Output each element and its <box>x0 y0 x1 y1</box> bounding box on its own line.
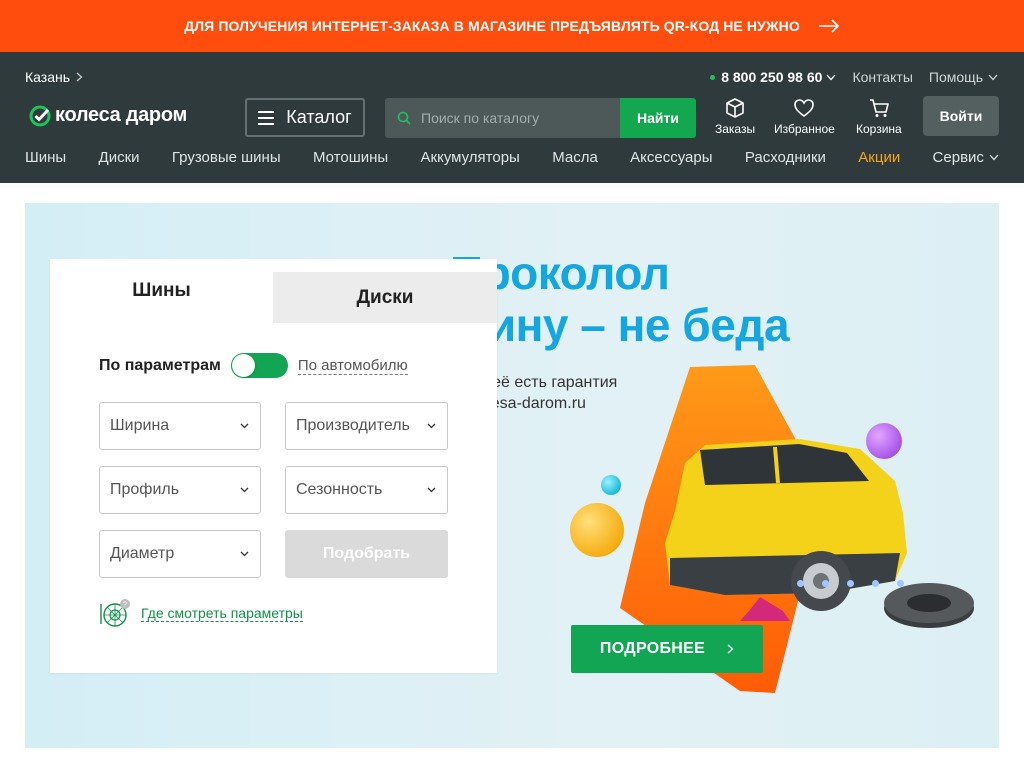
nav-item-service[interactable]: Сервис <box>933 149 999 166</box>
nav-item-tires[interactable]: Шины <box>25 149 66 166</box>
main-nav: Шины Диски Грузовые шины Мотошины Аккуму… <box>25 149 999 166</box>
profile-select-value: Профиль <box>110 481 180 498</box>
mode-by-car-link[interactable]: По автомобилю <box>297 357 408 375</box>
help-label: Помощь <box>928 69 983 85</box>
svg-text:?: ? <box>123 602 127 609</box>
filter-tabs: Шины Диски <box>50 259 497 323</box>
orders-label: Заказы <box>715 122 756 136</box>
menu-icon <box>258 110 275 125</box>
orders-link[interactable]: Заказы <box>715 97 755 136</box>
filter-mode: По параметрам По автомобилю <box>99 353 408 378</box>
search-icon <box>397 111 411 125</box>
chevron-right-icon <box>76 72 83 82</box>
chevron-right-icon <box>727 644 734 654</box>
catalog-label: Каталог <box>286 107 352 127</box>
pick-button[interactable]: Подобрать <box>285 530 448 578</box>
hero-title-line2: шину – не беда <box>450 299 790 351</box>
hero-title: Проколол шину – не беда <box>450 247 790 351</box>
online-dot-icon <box>710 74 716 80</box>
city-name: Казань <box>25 69 71 85</box>
toggle-knob <box>231 354 255 377</box>
nav-item-truck-tires[interactable]: Грузовые шины <box>172 149 281 166</box>
diameter-select-value: Диаметр <box>110 545 175 562</box>
nav-item-wheels[interactable]: Диски <box>99 149 140 166</box>
hero-car-illustration <box>570 365 974 693</box>
phone-number: 8 800 250 98 60 <box>721 69 823 85</box>
nav-item-oils[interactable]: Масла <box>552 149 598 166</box>
slider-dot[interactable] <box>797 580 804 587</box>
help-menu[interactable]: Помощь <box>929 69 998 85</box>
login-button[interactable]: Войти <box>923 96 999 136</box>
search-field <box>385 98 620 138</box>
cart-icon <box>869 99 889 117</box>
manufacturer-select-value: Производитель <box>296 417 410 434</box>
chevron-down-icon <box>240 551 249 557</box>
cart-link[interactable]: Корзина <box>856 97 902 136</box>
chevron-down-icon <box>988 74 998 80</box>
site-logo[interactable]: колеса даром <box>29 104 187 127</box>
chevron-down-icon <box>989 154 999 161</box>
logo-check-icon <box>29 105 51 126</box>
service-label: Сервис <box>932 149 984 166</box>
slider-dot[interactable] <box>847 580 854 587</box>
season-select-value: Сезонность <box>296 481 383 498</box>
where-to-find-link: Где смотреть параметры <box>141 604 303 622</box>
search-bar: Найти <box>385 98 696 138</box>
manufacturer-select[interactable]: Производитель <box>285 402 448 450</box>
arrow-right-icon <box>818 19 839 33</box>
cart-label: Корзина <box>856 122 902 136</box>
catalog-button[interactable]: Каталог <box>245 98 365 137</box>
search-button[interactable]: Найти <box>620 98 696 138</box>
promo-text: ДЛЯ ПОЛУЧЕНИЯ ИНТЕРНЕТ-ЗАКАЗА В МАГАЗИНЕ… <box>184 18 800 34</box>
profile-select[interactable]: Профиль <box>99 466 261 514</box>
tire-filter-card: Шины Диски По параметрам По автомобилю Ш… <box>50 259 497 673</box>
more-label: ПОДРОБНЕЕ <box>599 640 706 657</box>
where-to-find-params[interactable]: ? Где смотреть параметры <box>99 598 303 628</box>
more-button[interactable]: ПОДРОБНЕЕ <box>571 625 763 673</box>
nav-item-batteries[interactable]: Аккумуляторы <box>421 149 520 166</box>
nav-item-consumables[interactable]: Расходники <box>745 149 826 166</box>
width-select-value: Ширина <box>110 417 170 434</box>
chevron-down-icon <box>427 487 436 493</box>
contacts-link[interactable]: Контакты <box>852 69 912 85</box>
favorites-label: Избранное <box>774 122 835 136</box>
city-selector[interactable]: Казань <box>25 69 83 85</box>
tire-info-icon: ? <box>100 599 130 627</box>
slider-dot[interactable] <box>872 580 879 587</box>
heart-icon <box>794 99 815 117</box>
tab-tires[interactable]: Шины <box>50 259 273 323</box>
hero-title-line1: Проколол <box>450 247 670 299</box>
mode-toggle[interactable] <box>230 353 288 378</box>
phone-link[interactable]: 8 800 250 98 60 <box>710 69 836 85</box>
nav-item-moto-tires[interactable]: Мотошины <box>313 149 388 166</box>
favorites-link[interactable]: Избранное <box>774 97 835 136</box>
slider-dot[interactable] <box>822 580 829 587</box>
nav-item-accessories[interactable]: Аксессуары <box>630 149 712 166</box>
slider-dot[interactable] <box>897 580 904 587</box>
slider-dots <box>797 580 904 587</box>
chevron-down-icon <box>826 74 836 80</box>
mode-by-params-label: По параметрам <box>99 356 221 374</box>
diameter-select[interactable]: Диаметр <box>99 530 261 578</box>
header-top-links: 8 800 250 98 60 Контакты Помощь <box>710 69 998 85</box>
promo-banner[interactable]: ДЛЯ ПОЛУЧЕНИЯ ИНТЕРНЕТ-ЗАКАЗА В МАГАЗИНЕ… <box>0 0 1024 52</box>
chevron-down-icon <box>240 487 249 493</box>
site-header: Казань 8 800 250 98 60 Контакты Помощь к… <box>0 52 1024 183</box>
chevron-down-icon <box>427 423 436 429</box>
box-icon <box>726 98 744 118</box>
chevron-down-icon <box>240 423 249 429</box>
season-select[interactable]: Сезонность <box>285 466 448 514</box>
logo-text: колеса даром <box>55 104 187 126</box>
tab-wheels[interactable]: Диски <box>273 272 497 323</box>
width-select[interactable]: Ширина <box>99 402 261 450</box>
search-input[interactable] <box>421 110 611 126</box>
nav-item-promotions[interactable]: Акции <box>858 149 900 166</box>
